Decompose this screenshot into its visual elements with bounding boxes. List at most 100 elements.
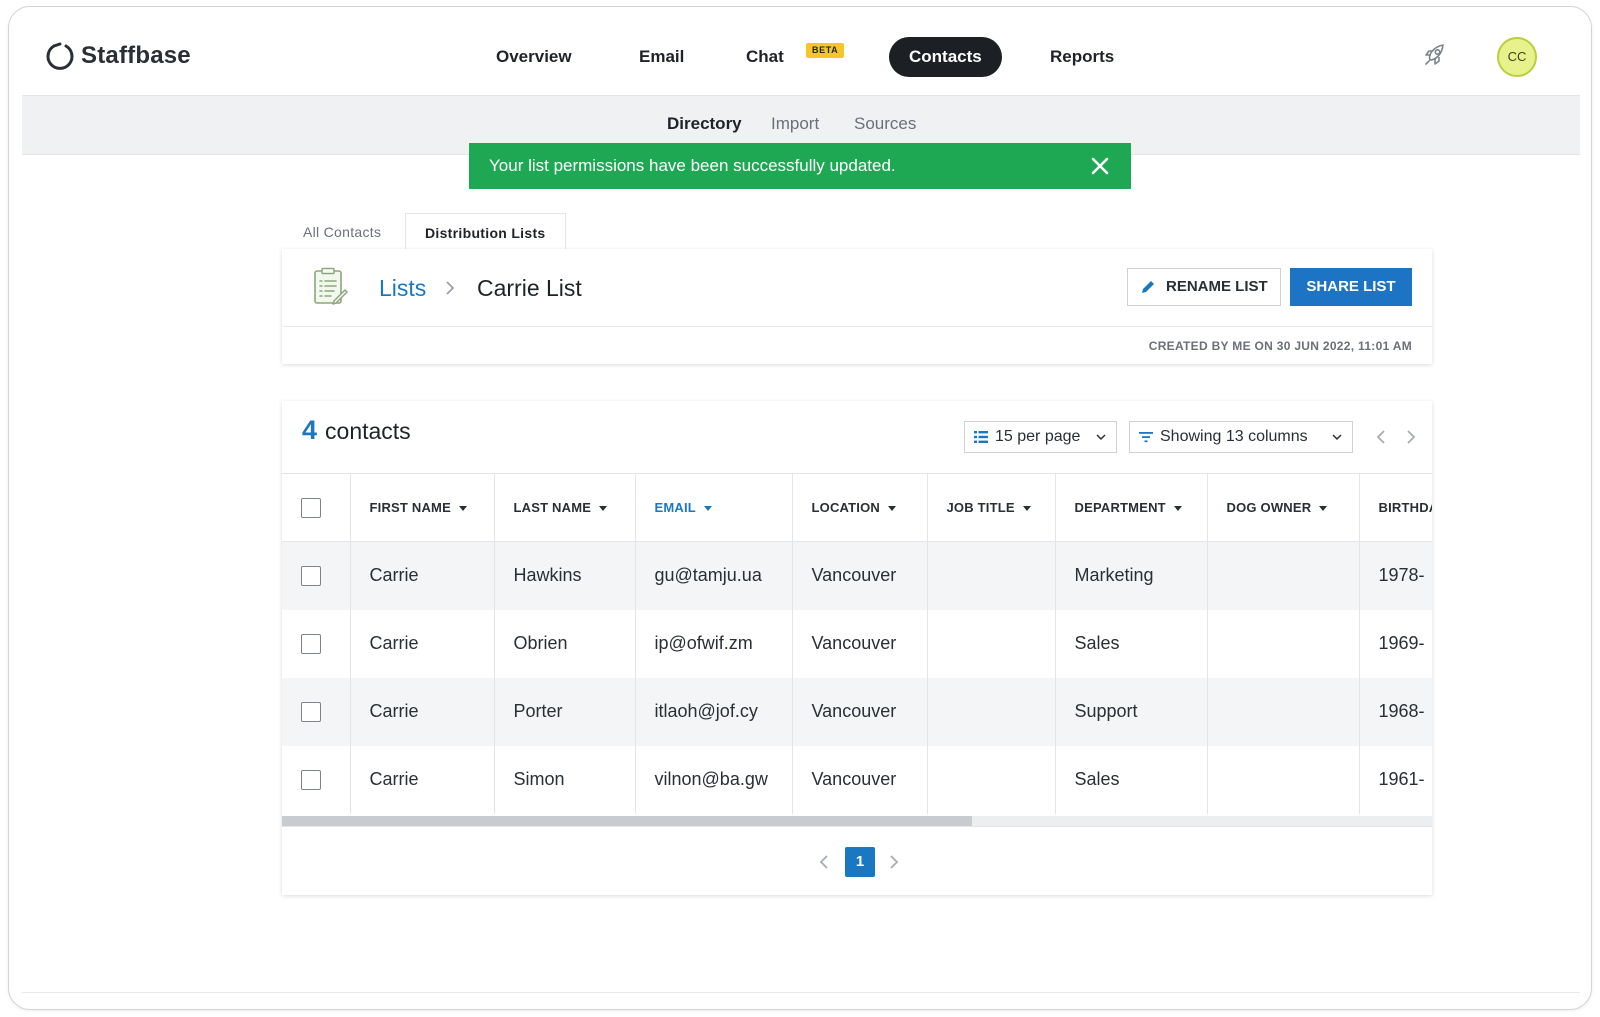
close-icon[interactable]: [1089, 155, 1111, 177]
chevron-right-icon[interactable]: [1406, 429, 1416, 445]
cell-birthday: 1968-: [1359, 677, 1432, 746]
sort-caret-icon: [599, 506, 608, 512]
cell-location: Vancouver: [792, 677, 928, 746]
column-header-dog-owner[interactable]: DOG OWNER: [1207, 473, 1360, 542]
contacts-count: 4 contacts: [302, 415, 411, 446]
rocket-icon[interactable]: [1421, 41, 1449, 69]
cell-first-name: Carrie: [350, 609, 495, 678]
nav-chat-label: Chat: [746, 47, 784, 66]
chevron-left-icon[interactable]: [819, 854, 829, 870]
filter-icon: [1139, 432, 1153, 443]
rename-list-label: RENAME LIST: [1166, 278, 1268, 295]
cell-job-title: [927, 541, 1056, 610]
column-header-location[interactable]: LOCATION: [792, 473, 928, 542]
nav-overview[interactable]: Overview: [476, 37, 592, 77]
column-header-last-name[interactable]: LAST NAME: [494, 473, 636, 542]
cell-birthday: 1961-: [1359, 745, 1432, 814]
list-header-card: Lists Carrie List RENAME LIST SHARE LIST…: [282, 249, 1432, 364]
success-toast: Your list permissions have been successf…: [469, 143, 1131, 189]
contacts-table: FIRST NAME LAST NAME EMAIL LOCATION JOB …: [282, 473, 1432, 814]
subnav-sources[interactable]: Sources: [854, 114, 916, 134]
select-all-cell: [282, 473, 351, 542]
nav-reports[interactable]: Reports: [1030, 37, 1134, 77]
subnav-import[interactable]: Import: [771, 114, 819, 134]
column-header-department[interactable]: DEPARTMENT: [1055, 473, 1208, 542]
select-all-checkbox[interactable]: [301, 497, 321, 518]
cell-dog-owner: [1207, 745, 1360, 814]
column-header-first-name[interactable]: FIRST NAME: [350, 473, 495, 542]
cell-birthday: 1978-: [1359, 541, 1432, 610]
pagination: 1: [282, 826, 1432, 895]
cell-job-title: [927, 609, 1056, 678]
row-checkbox[interactable]: [301, 566, 321, 587]
cell-last-name: Simon: [494, 745, 636, 814]
column-header-label: FIRST NAME: [369, 500, 451, 515]
table-row[interactable]: Carrie Obrien ip@ofwif.zm Vancouver Sale…: [282, 609, 1432, 678]
cell-location: Vancouver: [792, 609, 928, 678]
cell-department: Support: [1055, 677, 1208, 746]
nav-email[interactable]: Email: [619, 37, 704, 77]
row-select-cell: [282, 677, 351, 746]
top-bar: Staffbase Overview Email Chat BETA Conta…: [9, 7, 1591, 95]
nav-contacts[interactable]: Contacts: [889, 37, 1002, 77]
table-header-row: FIRST NAME LAST NAME EMAIL LOCATION JOB …: [282, 473, 1432, 542]
cell-first-name: Carrie: [350, 745, 495, 814]
cell-dog-owner: [1207, 541, 1360, 610]
cell-email: itlaoh@jof.cy: [635, 677, 793, 746]
scrollbar-thumb[interactable]: [282, 816, 972, 826]
chevron-right-icon: [446, 281, 455, 295]
breadcrumb-lists[interactable]: Lists: [379, 275, 426, 302]
table-row[interactable]: Carrie Porter itlaoh@jof.cy Vancouver Su…: [282, 677, 1432, 746]
contacts-count-number: 4: [302, 415, 318, 445]
created-info: CREATED BY ME ON 30 JUN 2022, 11:01 AM: [282, 326, 1432, 353]
row-checkbox[interactable]: [301, 702, 321, 723]
cell-last-name: Hawkins: [494, 541, 636, 610]
app-window: Staffbase Overview Email Chat BETA Conta…: [8, 6, 1592, 1010]
sort-caret-icon: [1173, 506, 1182, 512]
column-header-label: DEPARTMENT: [1074, 500, 1166, 515]
divider: [22, 992, 1580, 993]
cell-job-title: [927, 745, 1056, 814]
row-select-cell: [282, 745, 351, 814]
tab-all-contacts[interactable]: All Contacts: [284, 213, 400, 251]
per-page-dropdown[interactable]: 15 per page: [964, 421, 1117, 453]
contacts-count-label: contacts: [325, 418, 411, 444]
sort-caret-icon: [1319, 506, 1328, 512]
horizontal-scrollbar[interactable]: [282, 816, 1432, 826]
cell-department: Sales: [1055, 609, 1208, 678]
cell-department: Sales: [1055, 745, 1208, 814]
sort-caret-icon: [888, 506, 897, 512]
chevron-down-icon: [1096, 434, 1106, 441]
list-document-icon: [314, 267, 348, 305]
row-select-cell: [282, 609, 351, 678]
row-checkbox[interactable]: [301, 634, 321, 655]
chevron-down-icon: [1332, 434, 1342, 441]
chevron-left-icon[interactable]: [1376, 429, 1386, 445]
list-icon: [974, 431, 988, 443]
cell-location: Vancouver: [792, 745, 928, 814]
page-number-current[interactable]: 1: [845, 847, 875, 877]
nav-chat[interactable]: Chat: [726, 37, 804, 77]
cell-email: gu@tamju.ua: [635, 541, 793, 610]
cell-email: ip@ofwif.zm: [635, 609, 793, 678]
columns-dropdown[interactable]: Showing 13 columns: [1129, 421, 1353, 453]
column-header-label: LAST NAME: [513, 500, 592, 515]
rename-list-button[interactable]: RENAME LIST: [1127, 268, 1281, 306]
column-header-email[interactable]: EMAIL: [635, 473, 793, 542]
cell-location: Vancouver: [792, 541, 928, 610]
table-row[interactable]: Carrie Hawkins gu@tamju.ua Vancouver Mar…: [282, 541, 1432, 610]
avatar[interactable]: CC: [1497, 37, 1537, 77]
row-checkbox[interactable]: [301, 770, 321, 791]
column-header-birthday[interactable]: BIRTHDA: [1359, 473, 1432, 542]
pencil-icon: [1142, 281, 1154, 293]
column-header-label: LOCATION: [811, 500, 881, 515]
cell-first-name: Carrie: [350, 677, 495, 746]
subnav-directory[interactable]: Directory: [667, 114, 742, 134]
tab-distribution-lists[interactable]: Distribution Lists: [405, 213, 566, 251]
table-row[interactable]: Carrie Simon vilnon@ba.gw Vancouver Sale…: [282, 745, 1432, 814]
sort-caret-icon: [1022, 506, 1031, 512]
chevron-right-icon[interactable]: [889, 854, 899, 870]
column-header-job-title[interactable]: JOB TITLE: [927, 473, 1056, 542]
cell-email: vilnon@ba.gw: [635, 745, 793, 814]
share-list-button[interactable]: SHARE LIST: [1290, 268, 1412, 306]
